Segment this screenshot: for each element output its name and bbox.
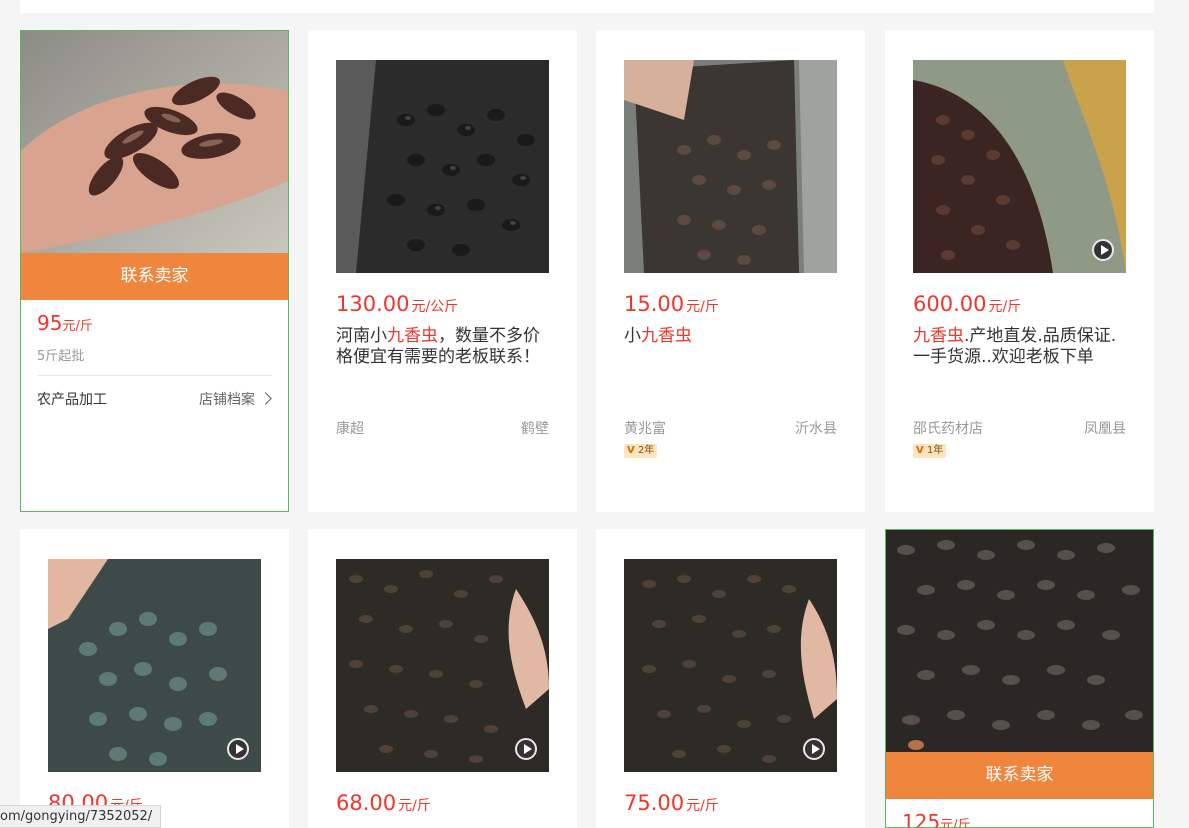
price: 68.00 元/斤 bbox=[336, 791, 431, 815]
product-image[interactable] bbox=[21, 31, 288, 253]
min-order-quantity: 5斤起批 bbox=[37, 349, 85, 364]
price: 130.00 元/公斤 bbox=[336, 292, 459, 316]
price: 600.00 元/斤 bbox=[913, 292, 1022, 316]
contact-seller-button[interactable]: 联系卖家 bbox=[21, 253, 288, 300]
price: 15.00 元/斤 bbox=[624, 292, 719, 316]
product-title[interactable]: 九香虫.产地直发.品质保证.一手货源..欢迎老板下单 bbox=[913, 326, 1126, 368]
product-image[interactable] bbox=[913, 60, 1126, 273]
product-card[interactable]: 600.00 元/斤 九香虫.产地直发.品质保证.一手货源..欢迎老板下单 邵氏药… bbox=[885, 30, 1154, 512]
price: 75.00 元/斤 bbox=[624, 791, 719, 815]
product-card[interactable]: 80.00元/斤 bbox=[20, 529, 289, 828]
seller-location: 鹤壁 bbox=[521, 421, 549, 437]
play-video-icon[interactable] bbox=[803, 738, 825, 760]
product-card[interactable]: 15.00 元/斤 小九香虫 黄兆富 沂水县 V 2年 bbox=[596, 30, 865, 512]
product-image[interactable] bbox=[624, 60, 837, 273]
seller-name[interactable]: 康超 bbox=[336, 418, 364, 438]
product-card[interactable]: 130.00 元/公斤 河南小九香虫，数量不多价格便宜有需要的老板联系！ 康超 鹤… bbox=[308, 30, 577, 512]
seller-location: 沂水县 bbox=[795, 421, 837, 437]
seller-name[interactable]: 邵氏药材店 bbox=[913, 418, 983, 438]
price: 125元/斤 bbox=[902, 810, 971, 828]
product-image[interactable] bbox=[336, 60, 549, 273]
play-video-icon[interactable] bbox=[515, 738, 537, 760]
product-title[interactable]: 河南小九香虫，数量不多价格便宜有需要的老板联系！ bbox=[336, 326, 549, 368]
top-bar bbox=[20, 0, 1154, 13]
shop-archive-link[interactable]: 店铺档案 bbox=[199, 389, 272, 409]
vip-year-badge: V 2年 bbox=[624, 444, 658, 458]
product-image[interactable] bbox=[336, 559, 549, 772]
price: 95元/斤 bbox=[37, 311, 93, 335]
chevron-right-icon bbox=[259, 392, 272, 405]
vip-year-badge: V 1年 bbox=[913, 444, 947, 458]
seller-location: 凤凰县 bbox=[1084, 421, 1126, 437]
vip-year-icon: V bbox=[916, 445, 924, 456]
product-card[interactable]: 68.00 元/斤 bbox=[308, 529, 577, 828]
status-url-tooltip: om/gongying/7352052/ bbox=[0, 805, 162, 828]
play-video-icon[interactable] bbox=[227, 738, 249, 760]
seller-name[interactable]: 黄兆富 bbox=[624, 418, 666, 438]
product-card[interactable]: 75.00 元/斤 bbox=[596, 529, 865, 828]
contact-seller-button[interactable]: 联系卖家 bbox=[886, 752, 1153, 799]
product-image[interactable] bbox=[48, 559, 261, 772]
product-card-hover[interactable]: 联系卖家 95元/斤 5斤起批 农产品加工 店铺档案 bbox=[20, 30, 289, 512]
product-card-hover[interactable]: 联系卖家 125元/斤 bbox=[885, 529, 1154, 828]
product-image[interactable] bbox=[624, 559, 837, 772]
play-video-icon[interactable] bbox=[1092, 239, 1114, 261]
product-title[interactable]: 小九香虫 bbox=[624, 326, 837, 347]
product-image[interactable] bbox=[886, 530, 1153, 752]
divider bbox=[37, 375, 272, 376]
vip-year-icon: V bbox=[627, 445, 635, 456]
seller-category: 农产品加工 bbox=[37, 392, 107, 408]
